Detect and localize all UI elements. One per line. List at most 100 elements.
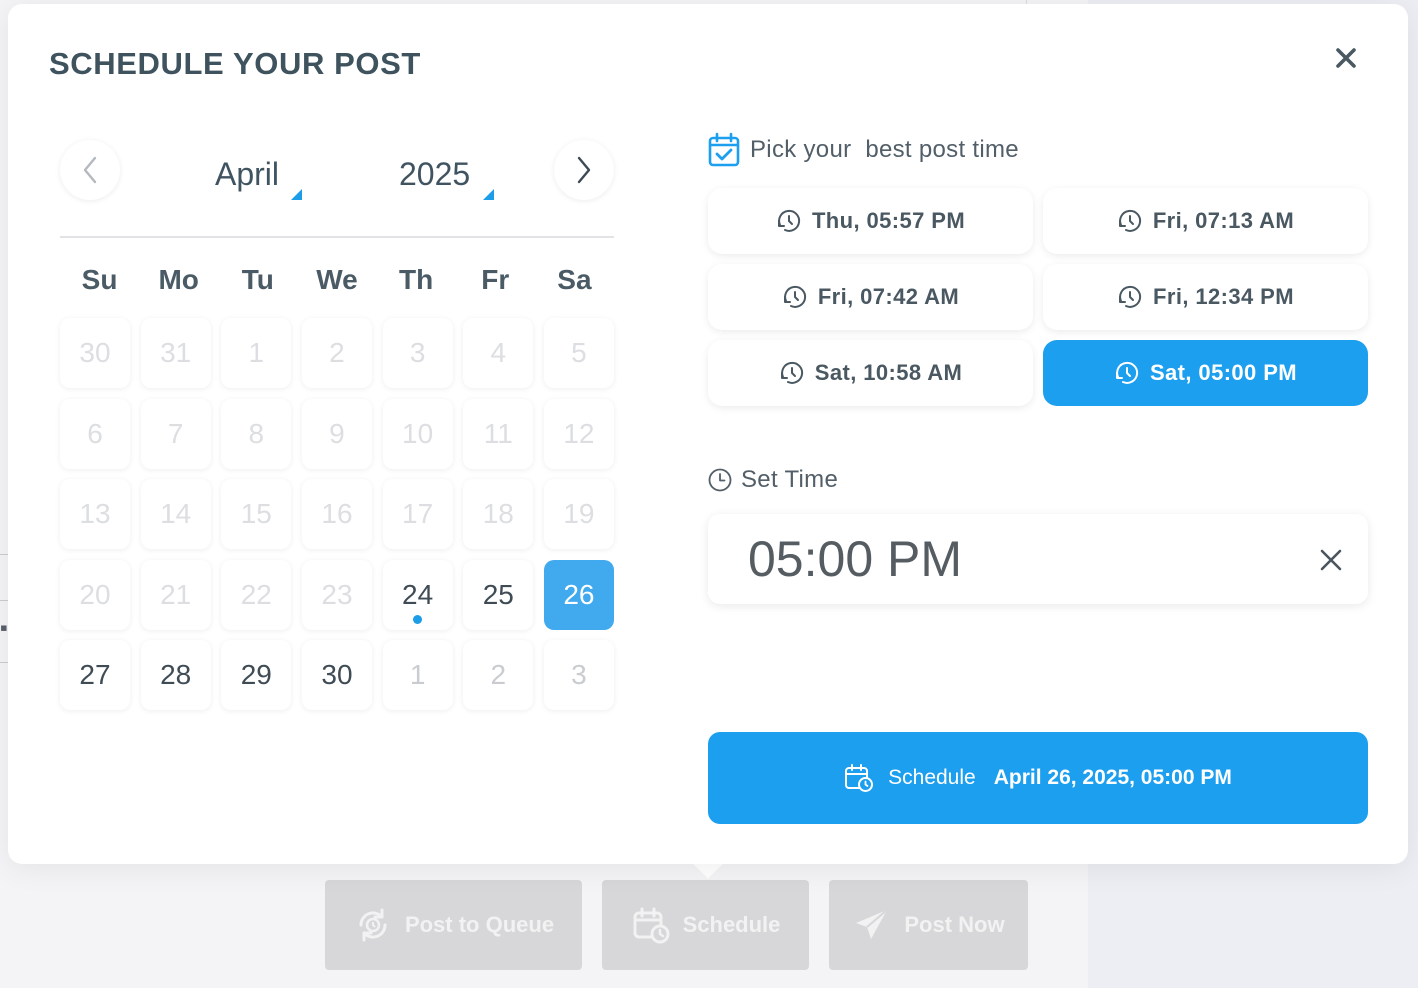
month-select[interactable]: April xyxy=(215,152,307,200)
post-to-queue-button[interactable]: Post to Queue xyxy=(325,880,582,970)
calendar-day: 17 xyxy=(382,479,453,549)
clock-icon xyxy=(708,468,732,492)
calendar-day: 30 xyxy=(60,318,130,388)
time-slot-label: Sat, 05:00 PM xyxy=(1149,360,1298,385)
time-slot-label: Sat, 10:58 AM xyxy=(814,360,963,385)
calendar-day: 3 xyxy=(382,318,453,388)
clock-icon xyxy=(780,361,803,384)
clear-time-icon[interactable] xyxy=(1318,547,1344,573)
calendar-day: 7 xyxy=(140,398,211,469)
time-slot[interactable]: Fri, 07:42 AM xyxy=(708,264,1033,330)
calendar-day-number: 11 xyxy=(483,417,513,449)
calendar-day[interactable]: 24 xyxy=(382,559,453,630)
dropdown-triangle-icon xyxy=(483,189,494,200)
weekday-label: We xyxy=(316,264,358,295)
calendar-day-number: 6 xyxy=(87,417,103,449)
prev-month-button[interactable] xyxy=(60,140,120,200)
time-slot-label: Fri, 12:34 PM xyxy=(1153,284,1294,309)
calendar-day-number: 7 xyxy=(167,417,184,449)
today-indicator-dot xyxy=(413,614,423,624)
post-action-bar: Post to Queue Schedule Post Now xyxy=(325,880,1028,970)
calendar-day-number: 30 xyxy=(79,337,111,368)
calendar-day[interactable]: 2 xyxy=(463,640,534,710)
modal-title: SCHEDULE YOUR POST xyxy=(49,46,421,81)
calendar-day[interactable]: 3 xyxy=(543,640,614,710)
weekday-label: Fr xyxy=(481,264,510,295)
calendar-day-number: 8 xyxy=(248,417,265,449)
calendar-day[interactable]: 28 xyxy=(140,640,211,710)
calendar-check-icon xyxy=(708,132,740,167)
set-time-label: Set Time xyxy=(741,466,839,493)
calendar-day-number: 21 xyxy=(160,578,192,610)
calendar-day-number: 5 xyxy=(571,337,587,368)
weekday-label: Su xyxy=(81,264,118,295)
time-input[interactable]: 05:00 PM xyxy=(708,514,1368,604)
next-month-button[interactable] xyxy=(554,140,614,200)
calendar-day[interactable]: 29 xyxy=(221,640,292,710)
queue-refresh-icon xyxy=(359,908,387,942)
calendar-divider xyxy=(60,236,614,238)
time-slot[interactable]: Fri, 07:13 AM xyxy=(1043,188,1368,254)
calendar-day-number: 14 xyxy=(160,498,192,529)
calendar-day-number: 3 xyxy=(409,337,426,368)
calendar-day: 11 xyxy=(463,398,534,469)
calendar-day[interactable]: 1 xyxy=(382,640,453,710)
time-slot-label: Fri, 07:42 AM xyxy=(817,284,960,309)
set-time-header: Set Time xyxy=(708,466,838,494)
calendar-day: 6 xyxy=(60,398,130,469)
calendar-day-number: 18 xyxy=(482,498,514,529)
calendar-day-number: 24 xyxy=(402,578,434,610)
calendar-day: 21 xyxy=(140,559,211,630)
weekday-label: Th xyxy=(399,264,434,295)
time-slot-selected[interactable]: Sat, 05:00 PM xyxy=(1043,340,1368,406)
calendar-day: 23 xyxy=(301,559,372,630)
weekday-label: Sa xyxy=(557,264,592,295)
calendar-day-number: 2 xyxy=(329,337,345,368)
clock-icon xyxy=(777,209,801,232)
calendar-day-number: 16 xyxy=(321,498,353,529)
calendar-day[interactable]: 25 xyxy=(463,559,534,630)
time-slot-label: Fri, 07:13 AM xyxy=(1152,208,1295,233)
calendar-day: 2 xyxy=(301,318,372,388)
calendar-day-number: 27 xyxy=(79,659,111,690)
calendar-day: 10 xyxy=(382,398,453,469)
calendar-day-number: 31 xyxy=(160,337,192,368)
calendar-day-number: 9 xyxy=(329,417,345,449)
time-slot[interactable]: Fri, 12:34 PM xyxy=(1043,264,1368,330)
time-slot[interactable]: Sat, 10:58 AM xyxy=(708,340,1033,406)
calendar-day: 18 xyxy=(463,479,534,549)
calendar-day-number: 2 xyxy=(490,659,507,690)
chevron-left-icon xyxy=(83,156,97,184)
dropdown-triangle-icon xyxy=(291,189,302,200)
calendar-day-number: 23 xyxy=(321,578,353,610)
best-time-header: Pick your best post time xyxy=(708,132,1019,168)
calendar-day-number: 19 xyxy=(563,498,595,529)
year-select[interactable]: 2025 xyxy=(399,152,499,200)
schedule-tab-button[interactable]: Schedule xyxy=(602,880,809,970)
calendar-day-number: 17 xyxy=(402,498,434,529)
calendar-day-number: 28 xyxy=(160,659,192,690)
calendar-day[interactable]: 27 xyxy=(60,640,130,710)
calendar-clock-icon xyxy=(845,764,874,792)
calendar-day: 5 xyxy=(543,318,614,388)
time-slot-label: Thu, 05:57 PM xyxy=(811,208,966,233)
post-now-button[interactable]: Post Now xyxy=(829,880,1028,970)
calendar-day-selected[interactable]: 26 xyxy=(543,559,614,630)
calendar-day-number: 10 xyxy=(402,417,434,449)
calendar-day-number: 29 xyxy=(240,659,272,690)
post-to-queue-label: Post to Queue xyxy=(404,912,555,937)
calendar-day-number: 13 xyxy=(79,498,111,529)
year-select-value: 2025 xyxy=(399,156,471,192)
background-icon: ▪ xyxy=(0,615,8,640)
calendar-day: 12 xyxy=(543,398,614,469)
schedule-tab-label: Schedule xyxy=(682,912,781,937)
time-slot[interactable]: Thu, 05:57 PM xyxy=(708,188,1033,254)
schedule-confirm-button[interactable]: Schedule April 26, 2025, 05:00 PM xyxy=(708,732,1368,824)
best-time-slots: Thu, 05:57 PM Fri, 07:13 AM Fri, 07:42 AM F… xyxy=(708,188,1368,406)
calendar-day[interactable]: 30 xyxy=(301,640,372,710)
calendar-day-grid: 30 31 1 2 3 4 5 6 7 8 9 10 11 12 13 14 15 16 17 18 19 20 21 22 2… xyxy=(60,318,614,710)
close-button[interactable] xyxy=(1330,42,1362,74)
calendar-day: 1 xyxy=(221,318,292,388)
calendar-day: 22 xyxy=(221,559,292,630)
month-select-value: April xyxy=(215,156,280,192)
